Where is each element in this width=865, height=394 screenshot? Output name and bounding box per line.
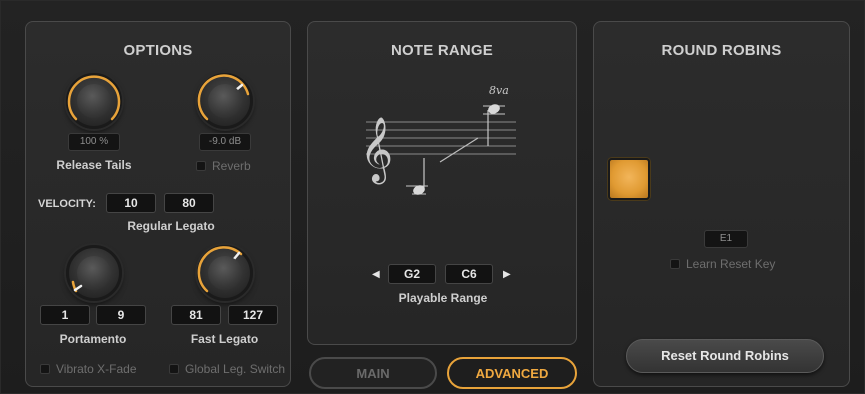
vibrato-xfade-label: Vibrato X-Fade	[56, 362, 137, 376]
round-robins-panel: ROUND ROBINS E1 Learn Reset Key Reset Ro…	[593, 21, 850, 387]
options-panel: OPTIONS 100 % Release Tails -9.0 dB Reve…	[25, 21, 291, 387]
portamento-knob[interactable]	[66, 245, 122, 301]
reverb-label: Reverb	[212, 159, 251, 173]
fast-legato-high-field[interactable]: 127	[228, 305, 278, 325]
vibrato-xfade-checkbox[interactable]	[40, 364, 50, 374]
portamento-high-field[interactable]: 9	[96, 305, 146, 325]
reset-key-value[interactable]: E1	[704, 230, 748, 248]
music-staff: 𝄞 8va	[360, 84, 516, 195]
release-tails-label: Release Tails	[56, 158, 132, 172]
tab-advanced[interactable]: ADVANCED	[447, 357, 577, 389]
options-title: OPTIONS	[123, 42, 193, 59]
portamento-cap	[77, 256, 111, 290]
reverb-cap	[208, 84, 242, 118]
vibrato-xfade-toggle[interactable]: Vibrato X-Fade	[40, 362, 137, 376]
release-tails-value: 100 %	[68, 133, 120, 151]
octave-mark: 8va	[489, 84, 509, 97]
learn-reset-key-label: Learn Reset Key	[686, 257, 776, 271]
range-low-field[interactable]: G2	[388, 264, 436, 284]
plugin-window: OPTIONS 100 % Release Tails -9.0 dB Reve…	[0, 0, 865, 394]
velocity-label: VELOCITY:	[38, 198, 96, 210]
playable-range-label: Playable Range	[398, 291, 488, 305]
portamento-label: Portamento	[59, 332, 127, 346]
global-leg-switch-checkbox[interactable]	[169, 364, 179, 374]
high-note-icon	[488, 104, 500, 114]
range-high-field[interactable]: C6	[445, 264, 493, 284]
note-range-panel: NOTE RANGE 𝄞 8va ◀ G2 C6 ▶ Playable Rang…	[307, 21, 577, 345]
range-right-arrow-icon[interactable]: ▶	[503, 269, 511, 280]
fast-legato-low-field[interactable]: 81	[171, 305, 221, 325]
velocity-high-field[interactable]: 80	[164, 193, 214, 213]
reverb-knob[interactable]	[197, 73, 253, 129]
reset-round-robins-button[interactable]: Reset Round Robins	[626, 339, 824, 373]
global-leg-switch-label: Global Leg. Switch	[185, 362, 286, 376]
fast-legato-label: Fast Legato	[190, 332, 259, 346]
release-tails-cap	[77, 84, 111, 118]
velocity-low-field[interactable]: 10	[106, 193, 156, 213]
round-robins-title: ROUND ROBINS	[661, 42, 782, 59]
learn-reset-key-checkbox[interactable]	[670, 259, 680, 269]
reverb-value: -9.0 dB	[199, 133, 251, 151]
round-robin-indicator[interactable]	[608, 158, 650, 200]
treble-clef-icon: 𝄞	[360, 117, 393, 184]
regular-legato-label: Regular Legato	[127, 219, 215, 233]
portamento-low-field[interactable]: 1	[40, 305, 90, 325]
fast-legato-cap	[208, 256, 242, 290]
reverb-toggle[interactable]: Reverb	[196, 159, 251, 173]
release-tails-knob[interactable]	[66, 73, 122, 129]
note-range-title: NOTE RANGE	[390, 42, 493, 59]
range-left-arrow-icon[interactable]: ◀	[372, 269, 380, 280]
learn-reset-key-toggle[interactable]: Learn Reset Key	[670, 257, 775, 271]
reverb-checkbox[interactable]	[196, 161, 206, 171]
global-leg-switch-toggle[interactable]: Global Leg. Switch	[169, 362, 285, 376]
tab-main[interactable]: MAIN	[309, 357, 437, 389]
fast-legato-knob[interactable]	[197, 245, 253, 301]
